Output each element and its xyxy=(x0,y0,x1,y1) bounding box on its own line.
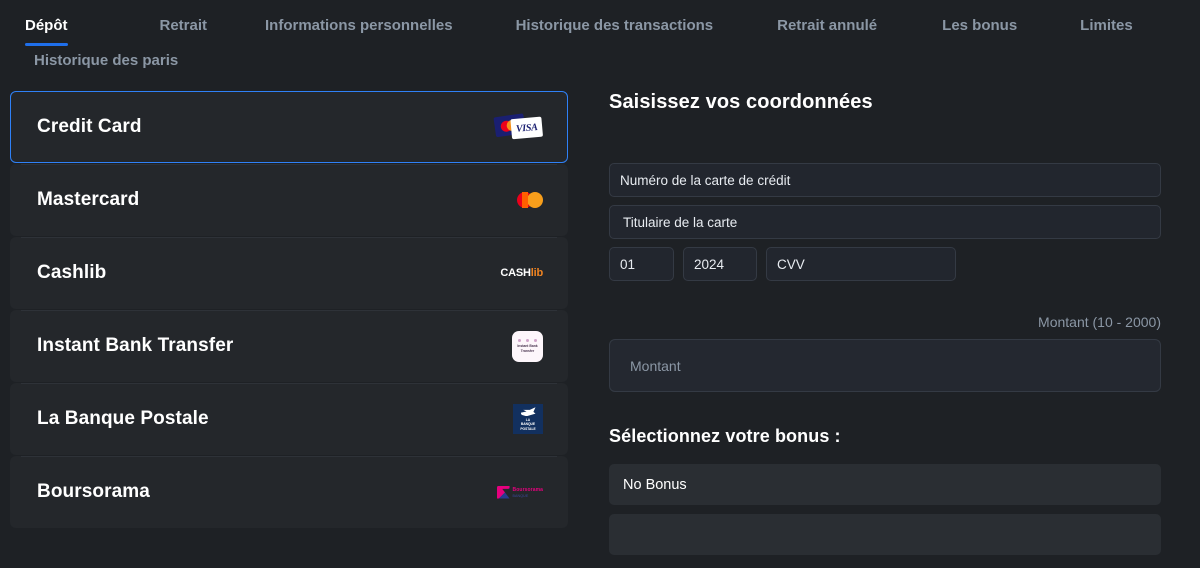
bonus-section-title: Sélectionnez votre bonus : xyxy=(609,426,841,446)
postal-bird-icon xyxy=(520,407,536,417)
tab-informations-personnelles[interactable]: Informations personnelles xyxy=(265,0,453,46)
bonus-option-label: No Bonus xyxy=(623,476,687,493)
cashlib-cash-text: CASH xyxy=(500,267,531,279)
payment-method-mastercard[interactable]: Mastercard xyxy=(10,164,568,236)
payment-method-la-banque-postale[interactable]: La Banque Postale LA BANQUE POSTALE xyxy=(10,383,568,455)
form-title: Saisissez vos coordonnées xyxy=(609,91,873,113)
bonus-option-secondary[interactable] xyxy=(609,514,1161,555)
tab-label: Retrait annulé xyxy=(777,17,878,34)
payment-method-label: Credit Card xyxy=(37,116,142,137)
payment-method-cashlib[interactable]: Cashlib CASHlib xyxy=(10,237,568,309)
payment-method-credit-card[interactable]: Credit Card VISA xyxy=(10,91,568,163)
boursorama-icon: Boursorama BANQUE xyxy=(473,470,543,514)
tab-retrait-annule[interactable]: Retrait annulé xyxy=(777,0,877,46)
tab-les-bonus[interactable]: Les bonus xyxy=(942,0,1017,46)
bonus-option-no-bonus[interactable]: No Bonus xyxy=(609,464,1161,505)
card-holder-input[interactable] xyxy=(609,205,1161,239)
lbp-line-3: POSTALE xyxy=(520,426,536,431)
cvv-input[interactable] xyxy=(766,247,956,281)
tab-label: Informations personnelles xyxy=(265,17,453,34)
ibt-line-2: Transfer xyxy=(520,348,535,353)
tab-label: Les bonus xyxy=(942,17,1018,34)
deposit-form-panel: Saisissez vos coordonnées Montant (10 - … xyxy=(568,91,1200,564)
payment-method-label: Cashlib xyxy=(37,262,107,283)
tab-historique-des-paris[interactable]: Historique des paris xyxy=(34,46,178,77)
account-tabs[interactable]: Dépôt Retrait Informations personnelles … xyxy=(0,0,1200,77)
card-number-input[interactable] xyxy=(609,163,1161,197)
tab-label: Limites xyxy=(1080,17,1133,34)
payment-method-label: Boursorama xyxy=(37,481,150,502)
visa-mastercard-cards-icon: VISA xyxy=(473,105,544,149)
tab-limites[interactable]: Limites xyxy=(1080,0,1133,46)
deposit-layout: Credit Card VISA Mastercard Cashlib CASH… xyxy=(0,77,1200,564)
cashlib-lib-text: lib xyxy=(530,267,543,279)
tab-label: Historique des transactions xyxy=(515,17,714,34)
amount-input[interactable] xyxy=(609,339,1161,392)
tab-historique-des-transactions[interactable]: Historique des transactions xyxy=(516,0,714,46)
expiry-month-input[interactable] xyxy=(609,247,674,281)
tab-retrait[interactable]: Retrait xyxy=(160,0,208,46)
mastercard-icon xyxy=(473,178,543,222)
tab-label: Retrait xyxy=(159,17,208,34)
payment-method-boursorama[interactable]: Boursorama Boursorama BANQUE xyxy=(10,456,568,528)
boursorama-mark-icon xyxy=(496,485,510,499)
la-banque-postale-icon: LA BANQUE POSTALE xyxy=(473,397,543,441)
payment-method-label: Instant Bank Transfer xyxy=(37,335,234,356)
payment-method-instant-bank-transfer[interactable]: Instant Bank Transfer Instant Bank Trans… xyxy=(10,310,568,382)
tab-label: Historique des paris xyxy=(34,52,179,69)
payment-method-list: Credit Card VISA Mastercard Cashlib CASH… xyxy=(0,91,568,529)
boursorama-subtext: BANQUE xyxy=(512,493,529,498)
payment-method-label: La Banque Postale xyxy=(37,408,209,429)
instant-bank-transfer-icon: Instant Bank Transfer xyxy=(473,324,543,368)
visa-wordmark: VISA xyxy=(515,121,538,135)
card-expiry-cvv-row xyxy=(609,247,1161,281)
tab-label: Dépôt xyxy=(25,17,68,34)
boursorama-wordmark: Boursorama xyxy=(512,486,543,493)
amount-range-label: Montant (10 - 2000) xyxy=(1038,314,1161,330)
payment-method-label: Mastercard xyxy=(37,189,140,210)
tab-depot[interactable]: Dépôt xyxy=(25,0,68,46)
expiry-year-input[interactable] xyxy=(683,247,757,281)
cashlib-icon: CASHlib xyxy=(473,251,543,295)
